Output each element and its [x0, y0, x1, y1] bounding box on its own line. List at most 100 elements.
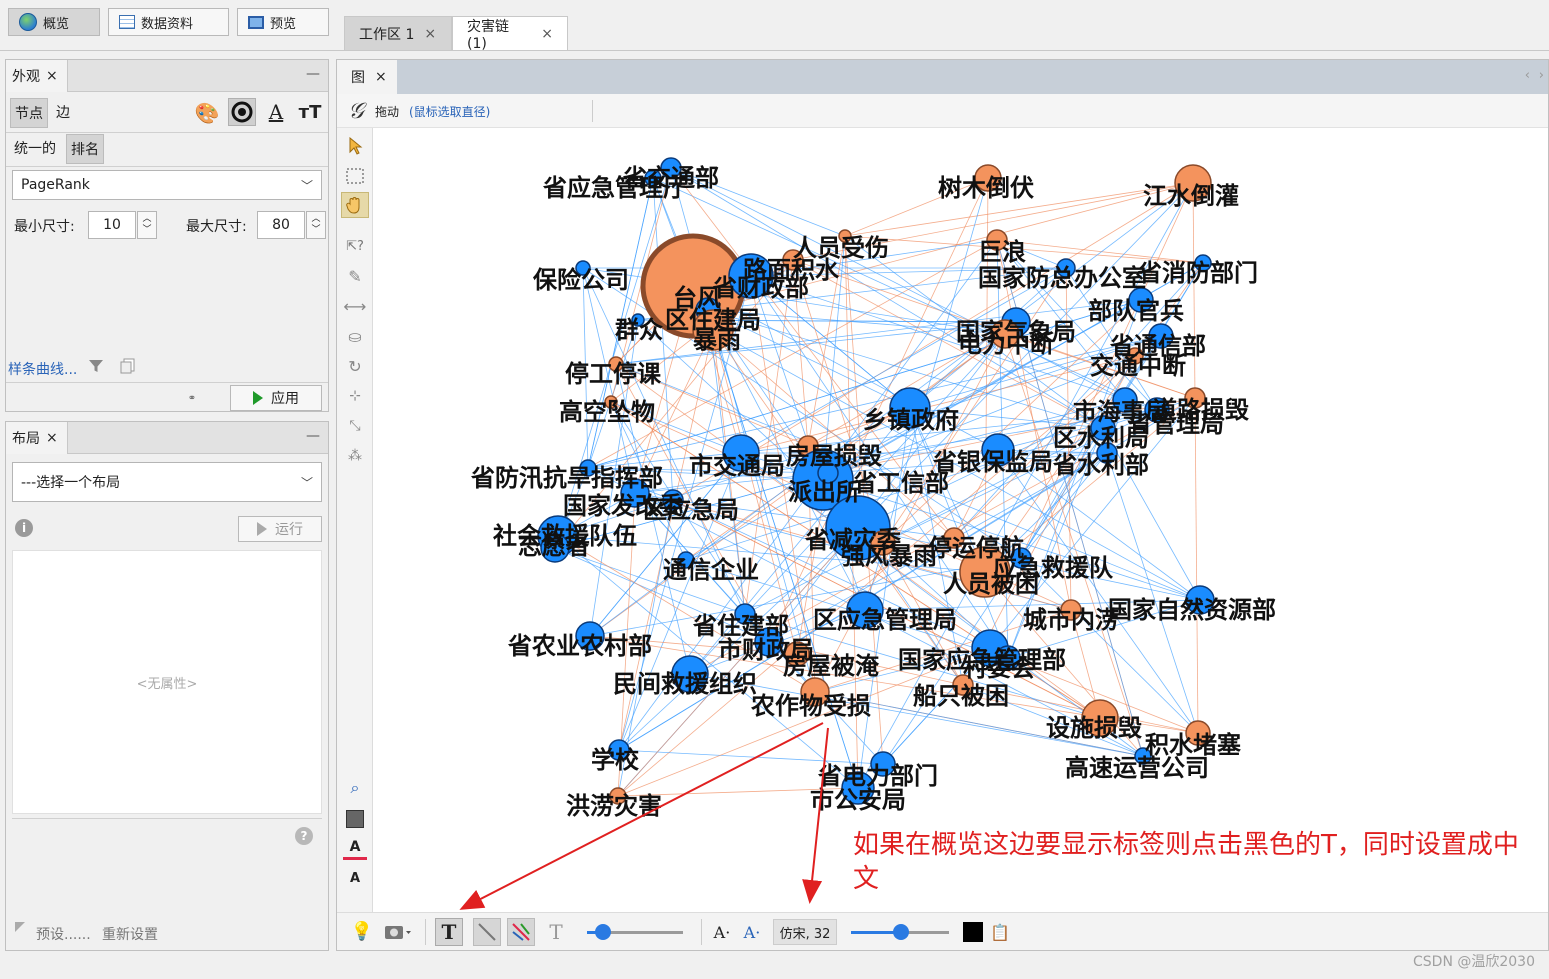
appearance-title: 外观: [12, 69, 40, 85]
clipboard-icon[interactable]: 📋: [989, 920, 1011, 944]
run-button[interactable]: 运行: [238, 516, 322, 542]
close-icon[interactable]: ×: [541, 26, 553, 42]
edges-tab[interactable]: 边: [52, 98, 74, 126]
close-icon[interactable]: ×: [46, 68, 58, 84]
preview-mode-button[interactable]: 预览: [237, 8, 329, 36]
apply-button[interactable]: 应用: [230, 385, 322, 411]
chevron-down-icon: ﹀: [300, 476, 313, 490]
graph-canvas[interactable]: 省应急管理厅 省交通部 树木倒伏 江水倒灌 人员受伤 巨浪 保险公司 台风 省财政部 路面积水 国家…: [373, 128, 1548, 912]
rotate-icon[interactable]: ↻: [343, 354, 367, 378]
presets-link[interactable]: 预设......: [36, 924, 91, 944]
label-size-slider-thumb[interactable]: [595, 924, 611, 940]
nodes-tab[interactable]: 节点: [10, 98, 48, 128]
resize-icon[interactable]: ⟷: [343, 294, 367, 318]
max-size-label: 最大尺寸:: [186, 219, 247, 235]
spline-link[interactable]: 样条曲线...: [8, 359, 77, 379]
minimize-icon[interactable]: —: [306, 428, 320, 444]
tab-graph[interactable]: 图 ×: [337, 60, 397, 94]
node-label: 学校: [591, 745, 640, 774]
max-size-input[interactable]: 80: [257, 211, 305, 239]
size-icon[interactable]: [228, 98, 256, 126]
center-graph-icon[interactable]: ⌕: [343, 776, 367, 800]
paint-bucket-icon[interactable]: ⛀: [343, 324, 367, 348]
layout-select[interactable]: ---选择一个布局 ﹀: [12, 462, 322, 502]
background-color-icon[interactable]: [346, 810, 364, 828]
node-label: 房屋被淹: [783, 651, 880, 680]
overview-mode-button[interactable]: 概览: [8, 8, 100, 36]
unified-tab[interactable]: 统一的: [10, 134, 60, 162]
divider: [6, 166, 328, 167]
add-edge-icon[interactable]: ⤡: [343, 414, 367, 438]
copy-icon[interactable]: [118, 356, 138, 376]
hand-drag-icon[interactable]: [341, 192, 369, 218]
node-label: 国家自然资源部: [1108, 595, 1276, 624]
tab-disaster-chain[interactable]: 灾害链 (1) ×: [452, 16, 568, 52]
node-label: 区应急管理局: [813, 605, 957, 634]
shortest-path-icon[interactable]: ⁂: [343, 444, 367, 468]
min-size-input[interactable]: 10: [88, 211, 136, 239]
node-label: 省银保监局: [932, 447, 1053, 476]
max-size-stepper[interactable]: ︿ ﹀: [306, 211, 326, 239]
font-setting-button[interactable]: 仿宋, 32: [773, 919, 837, 945]
layout-header: 布局 × —: [6, 422, 328, 454]
play-icon: [253, 391, 263, 405]
chevron-right-icon[interactable]: ›: [1539, 68, 1544, 83]
close-icon[interactable]: ×: [46, 430, 58, 446]
node-label: 省管理局: [1127, 409, 1224, 438]
label-size-icon[interactable]: ᴛT: [296, 98, 324, 126]
appearance-tab[interactable]: 外观 ×: [6, 60, 68, 92]
node-label: 船只被困: [913, 681, 1009, 710]
palette-icon[interactable]: 🎨: [194, 100, 220, 126]
edge-labels-icon[interactable]: T: [543, 918, 569, 946]
label-color-icon[interactable]: A: [264, 98, 288, 126]
tab-workspace-1[interactable]: 工作区 1 ×: [344, 16, 452, 50]
ranking-tab[interactable]: 排名: [66, 134, 104, 164]
node-label: 乡镇政府: [863, 405, 959, 434]
reset-link[interactable]: 重新设置: [102, 924, 158, 944]
node-label: 城市内涝: [1023, 605, 1119, 634]
run-label: 运行: [275, 522, 303, 538]
font-size-slider-thumb[interactable]: [893, 924, 909, 940]
arrow-to-label-toggle: [459, 722, 824, 910]
arrow-to-font-setting: [802, 727, 829, 904]
min-size-stepper[interactable]: ︿ ﹀: [137, 211, 157, 239]
node-label: 房屋损毁: [786, 441, 882, 470]
divider: [425, 919, 426, 945]
node-label: 省水利部: [1052, 450, 1149, 479]
font-picker-icon[interactable]: A·: [741, 919, 763, 945]
minimize-icon[interactable]: —: [306, 66, 320, 82]
screenshot-icon[interactable]: [383, 921, 413, 943]
font-color-icon[interactable]: A·: [711, 919, 733, 945]
show-node-labels-toggle[interactable]: T: [435, 918, 463, 946]
help-icon[interactable]: ?: [295, 827, 313, 845]
chevron-left-icon[interactable]: ‹: [1525, 68, 1530, 83]
node-label: 电力中断: [958, 329, 1054, 358]
layout-tab[interactable]: 布局 ×: [6, 422, 68, 454]
label-color-swatch[interactable]: [963, 922, 983, 942]
edge-toggle-icon[interactable]: [473, 918, 501, 946]
node-label: 民间救援组织: [613, 669, 757, 698]
edge-color-icon[interactable]: [507, 918, 535, 946]
ranking-attribute-select[interactable]: PageRank ﹀: [12, 170, 322, 200]
data-lab-mode-button[interactable]: 数据资料: [108, 8, 229, 36]
network-graph[interactable]: 省应急管理厅省交通部 树木倒伏 江水倒灌人员受伤 巨浪保险公司台风省财政部路面积水 国家…: [373, 128, 1548, 912]
info-icon[interactable]: i: [15, 519, 33, 537]
lightbulb-icon[interactable]: 💡: [351, 919, 373, 943]
graph-edge: [1192, 182, 1196, 399]
rectangle-select-icon[interactable]: [343, 164, 367, 188]
layout-select-value: ---选择一个布局: [21, 475, 121, 491]
close-icon[interactable]: ×: [424, 26, 436, 42]
pencil-icon[interactable]: ✎: [343, 264, 367, 288]
font-size-icon[interactable]: A: [343, 866, 367, 890]
select-question-icon[interactable]: ⇱?: [343, 234, 367, 258]
pointer-icon[interactable]: [343, 134, 367, 158]
chain-icon[interactable]: ⚭: [184, 390, 200, 406]
node-label: 市公安局: [810, 785, 906, 814]
node-label: 高空坠物: [559, 397, 655, 426]
edge-label-color-icon[interactable]: A: [343, 836, 367, 860]
drag-mode-icon[interactable]: 𝒢: [341, 97, 371, 125]
close-icon[interactable]: ×: [375, 69, 387, 85]
filter-icon[interactable]: [86, 356, 106, 376]
node-label: 停工停课: [565, 359, 662, 388]
add-node-icon[interactable]: ⊹: [343, 384, 367, 408]
